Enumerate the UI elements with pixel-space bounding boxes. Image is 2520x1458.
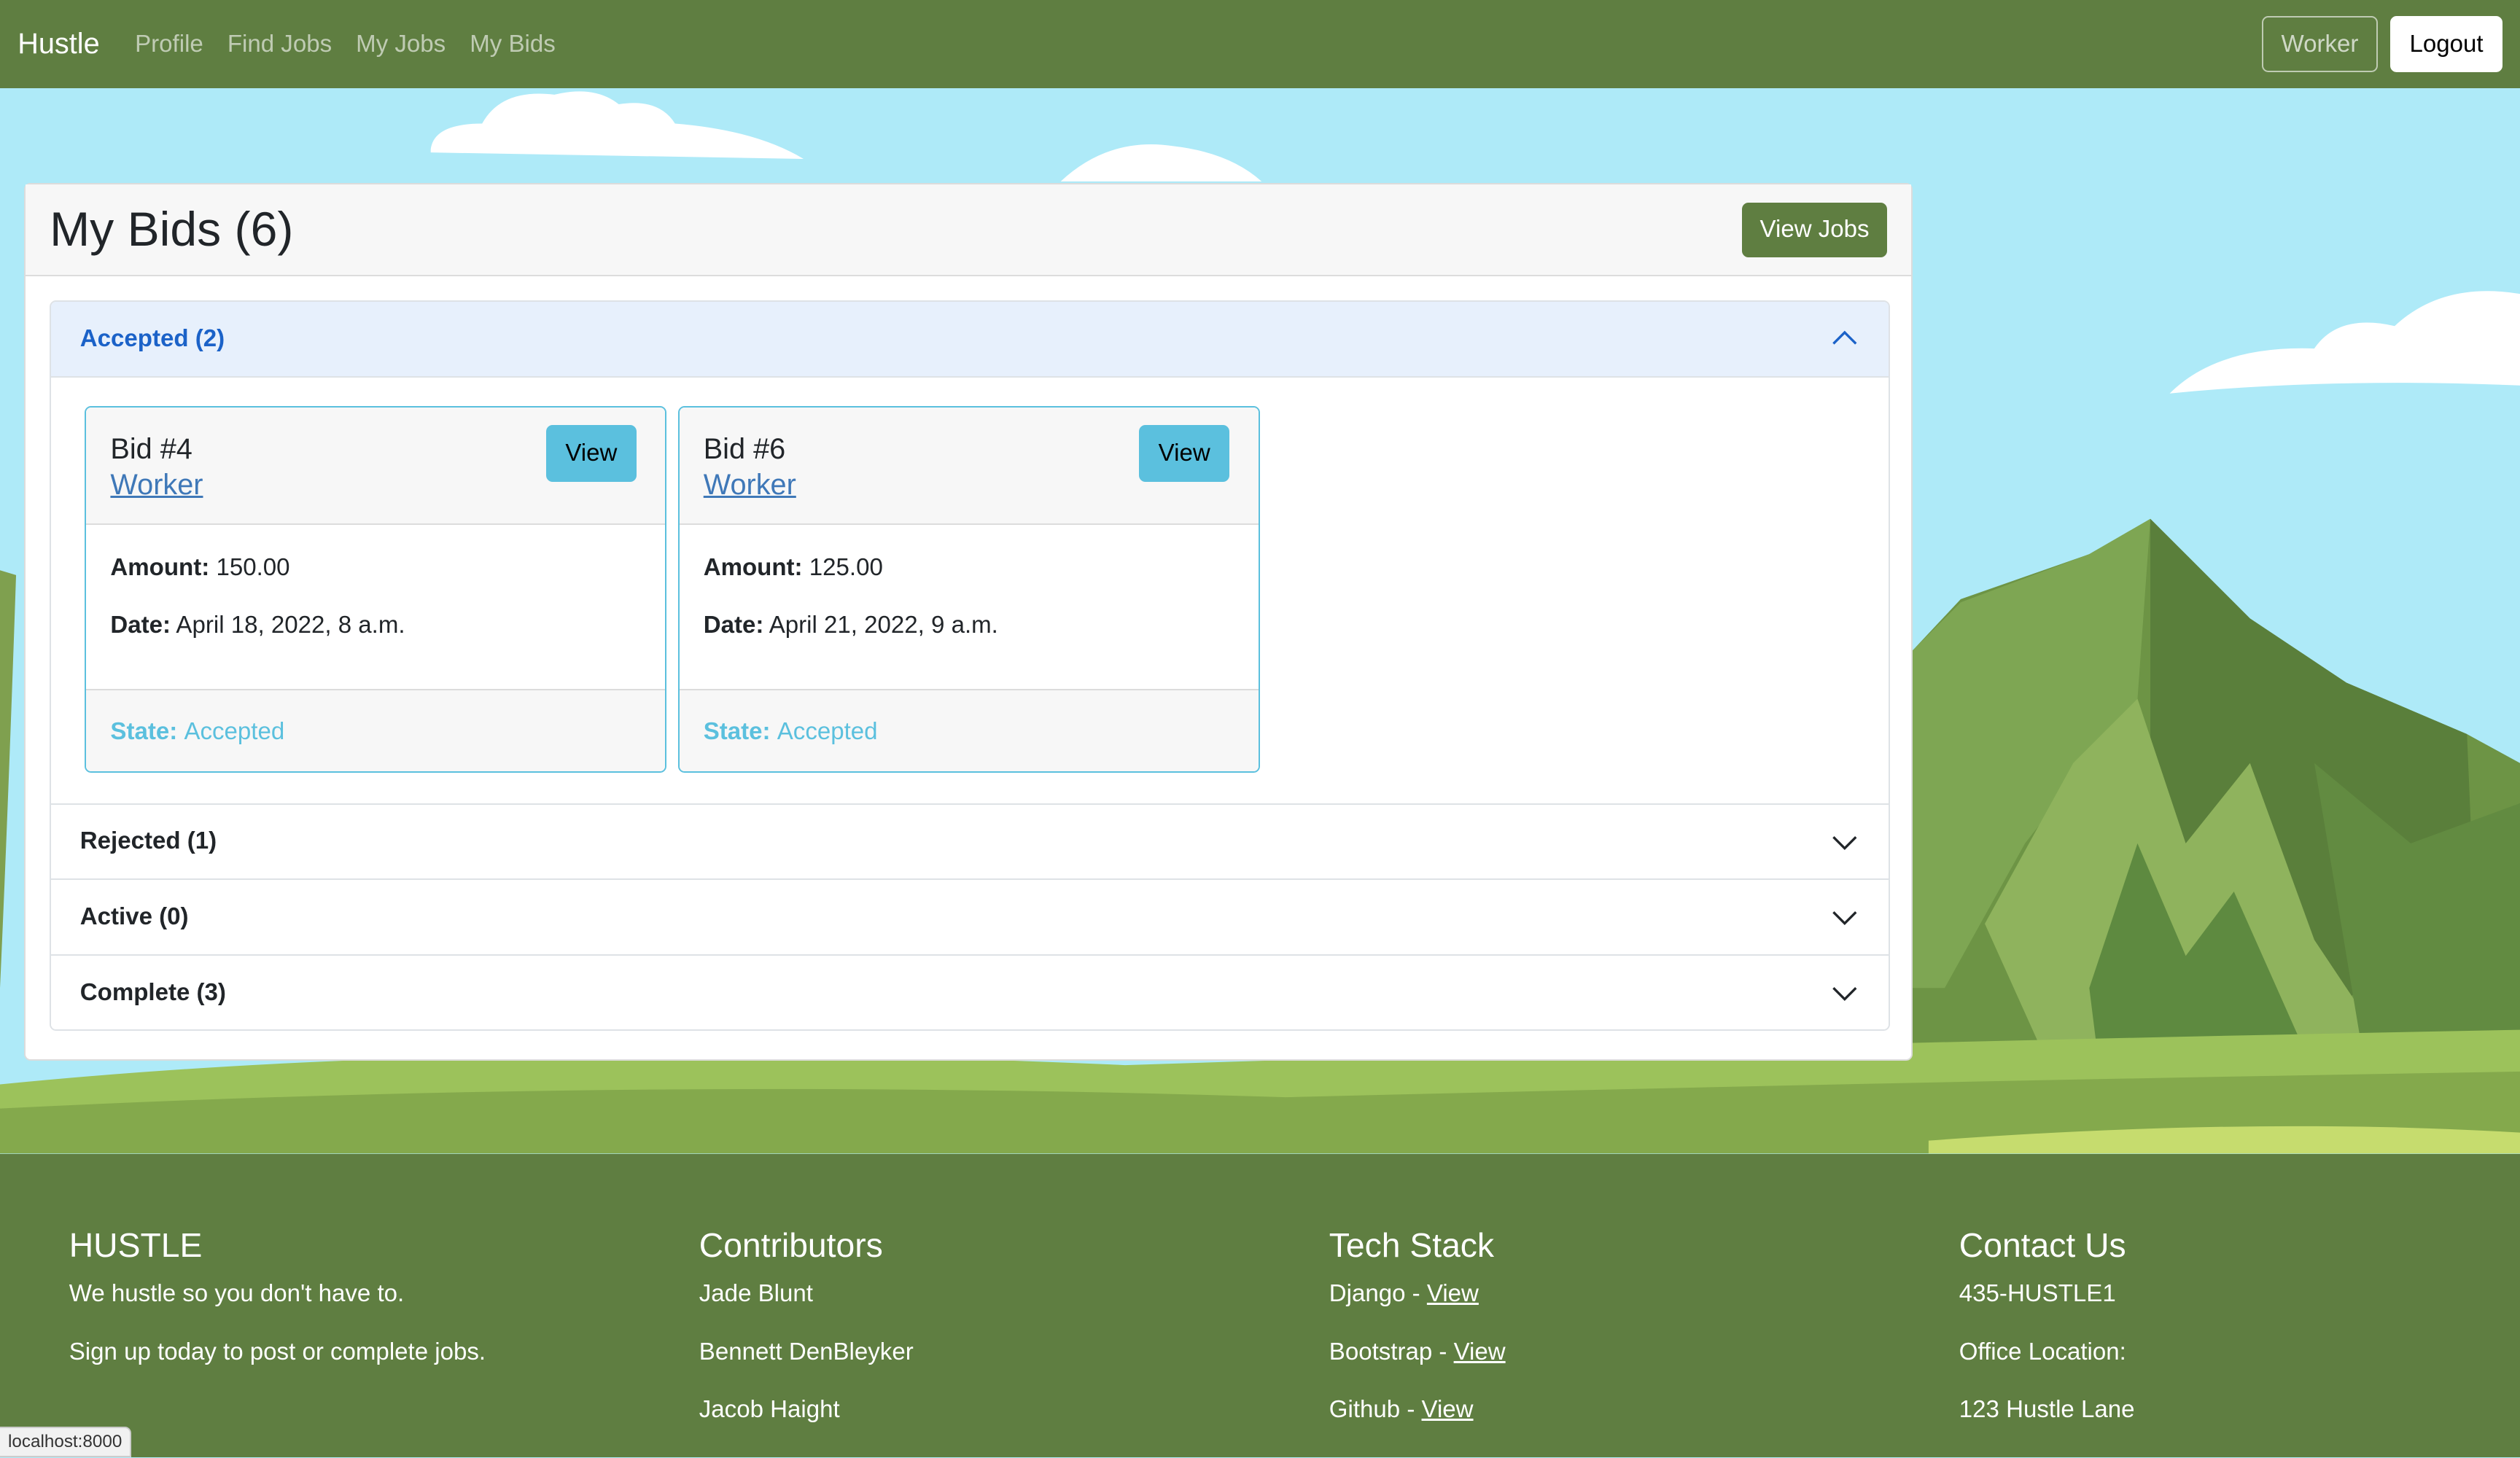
bid-card-body: Amount: 125.00 Date: April 21, 2022, 9 a…: [680, 525, 1259, 689]
contributor-name: Jade Blunt: [699, 1280, 813, 1308]
nav-right-actions: Worker Logout: [2262, 16, 2502, 73]
contact-office-label: Office Location:: [1959, 1338, 2126, 1365]
footer-tech-heading: Tech Stack: [1329, 1225, 1495, 1264]
footer-contact-heading: Contact Us: [1959, 1225, 2126, 1264]
contributor-name: Bennett DenBleyker: [699, 1338, 914, 1365]
nav-link-profile[interactable]: Profile: [135, 31, 203, 58]
bid-date: Date: April 21, 2022, 9 a.m.: [703, 611, 998, 639]
footer-contact-column: Contact Us 435-HUSTLE1 Office Location: …: [1959, 1225, 2135, 1453]
bootstrap-view-link[interactable]: View: [1454, 1338, 1506, 1365]
bid-state: State: Accepted: [679, 688, 1259, 771]
accordion-complete-label: Complete (3): [79, 978, 226, 1006]
bid-state: State: Accepted: [86, 688, 666, 771]
card-header: My Bids (6) View Jobs: [26, 184, 1911, 276]
contact-phone: 435-HUSTLE1: [1959, 1280, 2116, 1308]
view-bid-button[interactable]: View: [546, 425, 637, 482]
chevron-down-icon: [1832, 911, 1857, 926]
github-view-link[interactable]: View: [1422, 1396, 1474, 1423]
view-jobs-button[interactable]: View Jobs: [1742, 202, 1887, 257]
django-view-link[interactable]: View: [1427, 1280, 1479, 1307]
page-title: My Bids (6): [50, 203, 294, 257]
footer-tagline: We hustle so you don't have to.: [69, 1280, 405, 1308]
accordion-accepted-body: Bid #4 Worker View Amount: 150.00 Date: …: [51, 377, 1889, 803]
accordion-active-toggle[interactable]: Active (0): [51, 878, 1889, 954]
top-navbar: Hustle Profile Find Jobs My Jobs My Bids…: [0, 0, 2520, 89]
nav-link-my-bids[interactable]: My Bids: [470, 31, 556, 58]
footer-signup-text: Sign up today to post or complete jobs.: [69, 1338, 486, 1365]
footer-contributors-heading: Contributors: [699, 1225, 883, 1264]
contact-address: 123 Hustle Lane: [1959, 1396, 2135, 1424]
footer-tech-column: Tech Stack Django - View Bootstrap - Vie…: [1329, 1225, 1506, 1453]
accordion-rejected-toggle[interactable]: Rejected (1): [51, 803, 1889, 879]
bid-card-header: Bid #6 Worker View: [679, 408, 1259, 526]
bid-card: Bid #4 Worker View Amount: 150.00 Date: …: [85, 406, 667, 773]
footer-hustle-column: HUSTLE We hustle so you don't have to. S…: [69, 1225, 486, 1395]
accordion-rejected-label: Rejected (1): [79, 827, 217, 855]
bid-amount: Amount: 150.00: [110, 553, 290, 581]
tech-item-bootstrap: Bootstrap - View: [1329, 1338, 1506, 1365]
brand-logo[interactable]: Hustle: [18, 28, 99, 61]
view-bid-button[interactable]: View: [1139, 425, 1229, 482]
bids-accordion: Accepted (2) Bid #4 Worker View Amount: …: [50, 300, 1890, 1032]
browser-status-url: localhost:8000: [0, 1427, 132, 1458]
logout-button[interactable]: Logout: [2390, 16, 2502, 73]
contributor-name: Jacob Haight: [699, 1396, 840, 1424]
bid-amount: Amount: 125.00: [703, 553, 883, 581]
tech-item-django: Django - View: [1329, 1280, 1479, 1308]
tech-item-github: Github - View: [1329, 1396, 1474, 1424]
footer-contributors-column: Contributors Jade Blunt Bennett DenBleyk…: [699, 1225, 914, 1453]
accordion-accepted-label: Accepted (2): [79, 324, 225, 352]
accordion-accepted-toggle[interactable]: Accepted (2): [51, 301, 1889, 378]
accordion-active-label: Active (0): [79, 903, 189, 930]
bid-card-body: Amount: 150.00 Date: April 18, 2022, 8 a…: [86, 525, 665, 689]
chevron-up-icon: [1832, 330, 1857, 345]
user-profile-button[interactable]: Worker: [2262, 16, 2378, 73]
nav-link-my-jobs[interactable]: My Jobs: [356, 31, 446, 58]
chevron-down-icon: [1832, 986, 1857, 1001]
site-footer: HUSTLE We hustle so you don't have to. S…: [0, 1153, 2520, 1458]
bid-card-header: Bid #4 Worker View: [86, 408, 666, 526]
footer-hustle-heading: HUSTLE: [69, 1225, 203, 1264]
nav-link-find-jobs[interactable]: Find Jobs: [228, 31, 332, 58]
chevron-down-icon: [1832, 835, 1857, 850]
bid-date: Date: April 18, 2022, 8 a.m.: [110, 611, 405, 639]
my-bids-card: My Bids (6) View Jobs Accepted (2) Bid #…: [24, 183, 1913, 1061]
accordion-complete-toggle[interactable]: Complete (3): [51, 954, 1889, 1030]
bid-card: Bid #6 Worker View Amount: 125.00 Date: …: [677, 406, 1260, 773]
